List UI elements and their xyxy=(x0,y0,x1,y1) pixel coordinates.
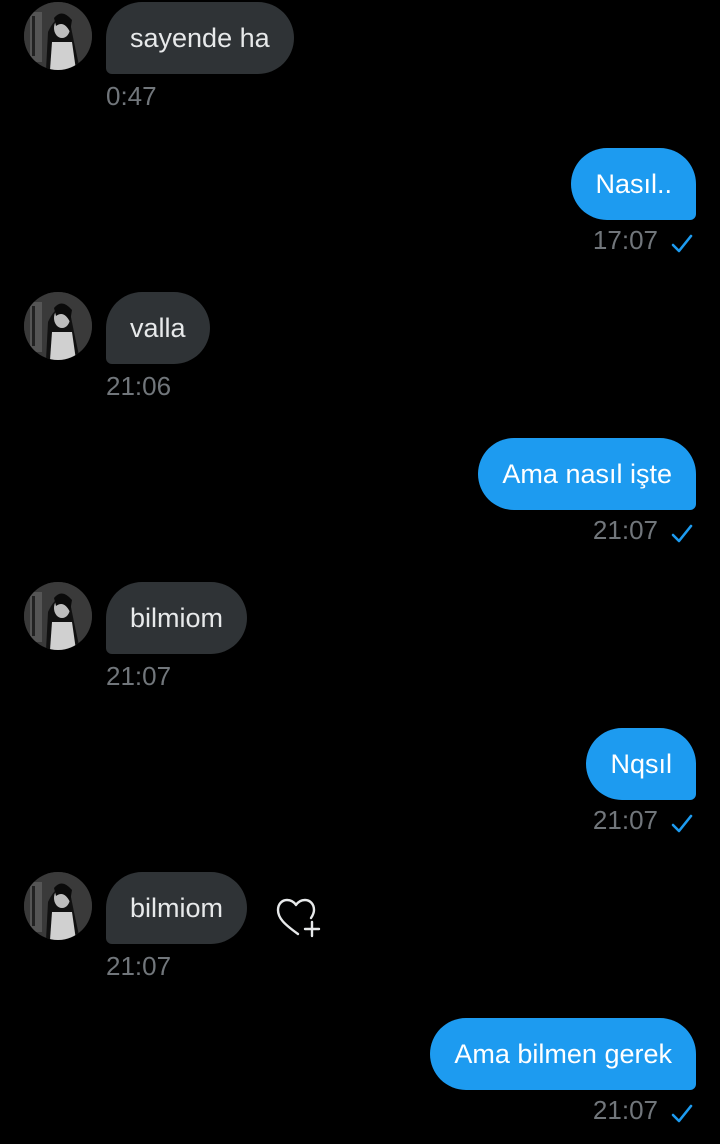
check-icon xyxy=(671,234,693,253)
message-timestamp: 17:07 xyxy=(592,225,658,255)
message-bubble-outgoing[interactable]: Ama bilmen gerek xyxy=(430,1018,696,1090)
check-icon xyxy=(671,1104,693,1123)
message-bubble-outgoing[interactable]: Nqsıl xyxy=(586,728,696,800)
avatar[interactable] xyxy=(24,2,92,70)
message-timestamp: 21:07 xyxy=(592,515,658,545)
avatar[interactable] xyxy=(24,582,92,650)
check-icon xyxy=(671,524,693,543)
avatar[interactable] xyxy=(24,872,92,940)
message-timestamp: 21:07 xyxy=(106,661,172,691)
message-bubble-incoming[interactable]: valla xyxy=(106,292,210,364)
message-timestamp: 21:06 xyxy=(106,371,172,401)
check-icon xyxy=(671,814,693,833)
message-bubble-outgoing[interactable]: Nasıl.. xyxy=(571,148,696,220)
message-bubble-incoming[interactable]: sayende ha xyxy=(106,2,294,74)
message-timestamp: 0:47 xyxy=(106,81,157,111)
message-timestamp: 21:07 xyxy=(592,805,658,835)
avatar[interactable] xyxy=(24,292,92,360)
message-bubble-incoming[interactable]: bilmiom xyxy=(106,872,248,944)
message-timestamp: 21:07 xyxy=(106,951,172,981)
message-bubble-outgoing[interactable]: Ama nasıl işte xyxy=(478,438,696,510)
message-timestamp: 21:07 xyxy=(592,1095,658,1125)
add-reaction-heart-icon[interactable] xyxy=(274,896,326,940)
message-bubble-incoming[interactable]: bilmiom xyxy=(106,582,248,654)
